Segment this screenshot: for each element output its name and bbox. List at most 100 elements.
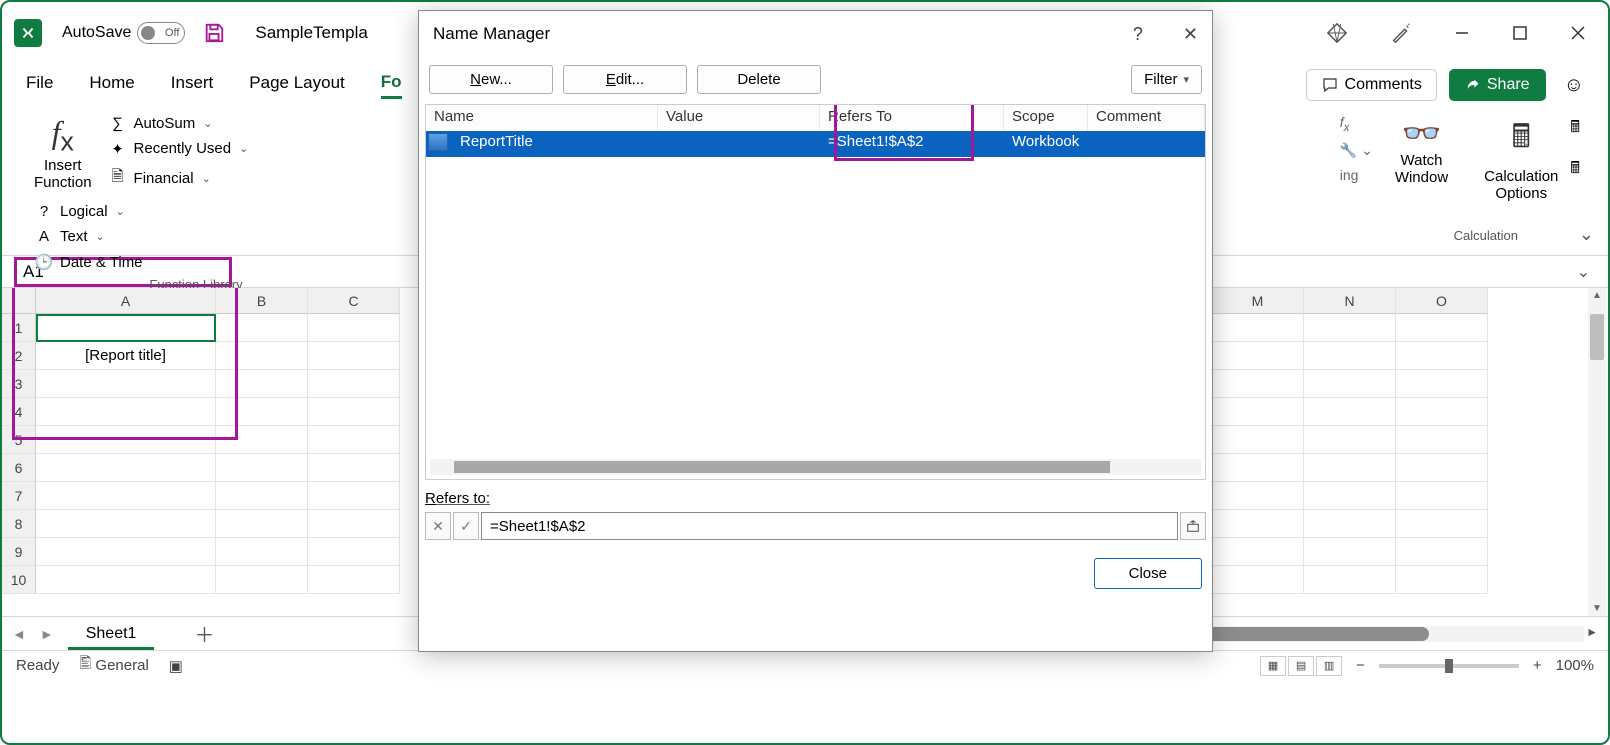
- name-row[interactable]: ReportTitle =Sheet1!$A$2 Workbook: [426, 131, 1205, 157]
- col-header[interactable]: B: [216, 288, 308, 314]
- col-header[interactable]: A: [36, 288, 216, 314]
- view-normal-button[interactable]: ▦: [1260, 656, 1286, 676]
- scroll-up-icon[interactable]: ▲: [1588, 290, 1606, 301]
- save-icon[interactable]: [203, 22, 225, 44]
- cell[interactable]: [308, 426, 400, 454]
- financial-button[interactable]: 🗎Financial⌄: [104, 164, 253, 193]
- close-button[interactable]: Close: [1094, 558, 1202, 589]
- cell[interactable]: [36, 426, 216, 454]
- quick-edit-icon[interactable]: [1390, 22, 1412, 44]
- row-header[interactable]: 2: [2, 342, 36, 370]
- add-sheet-button[interactable]: ＋: [194, 619, 214, 648]
- comments-button[interactable]: Comments: [1306, 69, 1437, 101]
- cell[interactable]: [308, 454, 400, 482]
- cell[interactable]: [1212, 510, 1304, 538]
- autosave-toggle[interactable]: Off: [137, 22, 185, 44]
- expand-formula-bar-icon[interactable]: ⌄: [1577, 262, 1590, 282]
- feedback-icon[interactable]: ☺: [1564, 74, 1584, 97]
- cell[interactable]: [308, 566, 400, 594]
- row-header[interactable]: 10: [2, 566, 36, 594]
- filter-button[interactable]: Filter ▾: [1131, 65, 1202, 94]
- cell[interactable]: [216, 510, 308, 538]
- cell[interactable]: [308, 342, 400, 370]
- cell[interactable]: [1304, 370, 1396, 398]
- cell[interactable]: [216, 314, 308, 342]
- cell[interactable]: [1304, 342, 1396, 370]
- cell[interactable]: [1396, 566, 1488, 594]
- cell[interactable]: [1396, 314, 1488, 342]
- range-picker-button[interactable]: [1180, 512, 1206, 540]
- cell[interactable]: [1212, 426, 1304, 454]
- row-header[interactable]: 9: [2, 538, 36, 566]
- cell[interactable]: [1212, 342, 1304, 370]
- edit-name-button[interactable]: Edit...: [563, 65, 687, 94]
- row-header[interactable]: 3: [2, 370, 36, 398]
- insert-function-button[interactable]: fx Insert Function: [26, 108, 100, 197]
- cell[interactable]: [1304, 426, 1396, 454]
- cell[interactable]: [216, 398, 308, 426]
- cell[interactable]: [216, 566, 308, 594]
- col-header[interactable]: O: [1396, 288, 1488, 314]
- cell[interactable]: [308, 538, 400, 566]
- cell[interactable]: [1396, 342, 1488, 370]
- tab-insert[interactable]: Insert: [171, 73, 214, 97]
- watch-window-button[interactable]: 👓 Watch Window: [1387, 108, 1456, 192]
- col-header[interactable]: M: [1212, 288, 1304, 314]
- close-window-button[interactable]: [1570, 25, 1586, 41]
- cell[interactable]: [36, 398, 216, 426]
- tab-home[interactable]: Home: [89, 73, 134, 97]
- names-list[interactable]: Name Value Refers To Scope Comment Repor…: [425, 104, 1206, 480]
- cell[interactable]: [1304, 454, 1396, 482]
- col-comment-header[interactable]: Comment: [1088, 105, 1205, 131]
- delete-name-button[interactable]: Delete: [697, 65, 821, 94]
- cell[interactable]: [1212, 538, 1304, 566]
- tab-formulas[interactable]: Fo: [381, 72, 402, 99]
- cell[interactable]: [1396, 538, 1488, 566]
- cell[interactable]: [1304, 566, 1396, 594]
- minimize-button[interactable]: [1454, 25, 1470, 41]
- cell[interactable]: [36, 454, 216, 482]
- cell[interactable]: [1396, 454, 1488, 482]
- calc-sheet-icon[interactable]: 🖩: [1570, 157, 1580, 184]
- refers-apply-button[interactable]: ✓: [453, 512, 479, 540]
- cell[interactable]: [216, 454, 308, 482]
- cell[interactable]: [36, 566, 216, 594]
- cell[interactable]: [216, 370, 308, 398]
- premium-icon[interactable]: [1326, 22, 1348, 44]
- share-button[interactable]: Share: [1449, 69, 1546, 101]
- cell[interactable]: [216, 426, 308, 454]
- col-refers-header[interactable]: Refers To: [820, 105, 1004, 131]
- macro-record-icon[interactable]: ▣: [169, 657, 183, 675]
- cell[interactable]: [1212, 454, 1304, 482]
- row-header[interactable]: 5: [2, 426, 36, 454]
- tab-page-layout[interactable]: Page Layout: [249, 73, 344, 97]
- col-header[interactable]: N: [1304, 288, 1396, 314]
- autosum-button[interactable]: ∑AutoSum⌄: [104, 113, 253, 134]
- prev-sheet-button[interactable]: ◄: [12, 626, 26, 642]
- cell-a2[interactable]: [Report title]: [36, 342, 216, 370]
- col-value-header[interactable]: Value: [658, 105, 820, 131]
- sheet-tab-sheet1[interactable]: Sheet1: [68, 621, 155, 650]
- cell[interactable]: [1304, 482, 1396, 510]
- cell[interactable]: [1212, 314, 1304, 342]
- cell[interactable]: [1396, 370, 1488, 398]
- dialog-help-button[interactable]: ?: [1133, 24, 1143, 45]
- cell[interactable]: [308, 510, 400, 538]
- calculation-options-button[interactable]: 🖩 Calculation Options: [1476, 108, 1566, 208]
- cell[interactable]: [216, 538, 308, 566]
- logical-button[interactable]: ?Logical⌄: [30, 201, 147, 222]
- zoom-out-button[interactable]: −: [1356, 657, 1365, 674]
- cell[interactable]: [1304, 398, 1396, 426]
- cell[interactable]: [1304, 510, 1396, 538]
- text-button[interactable]: AText⌄: [30, 226, 147, 247]
- col-name-header[interactable]: Name: [426, 105, 658, 131]
- refers-cancel-button[interactable]: ✕: [425, 512, 451, 540]
- tab-file[interactable]: File: [26, 73, 53, 97]
- cell[interactable]: [36, 538, 216, 566]
- cell[interactable]: [308, 370, 400, 398]
- cell[interactable]: [308, 314, 400, 342]
- zoom-in-button[interactable]: +: [1533, 657, 1542, 674]
- row-header[interactable]: 8: [2, 510, 36, 538]
- cell[interactable]: [216, 482, 308, 510]
- row-header[interactable]: 6: [2, 454, 36, 482]
